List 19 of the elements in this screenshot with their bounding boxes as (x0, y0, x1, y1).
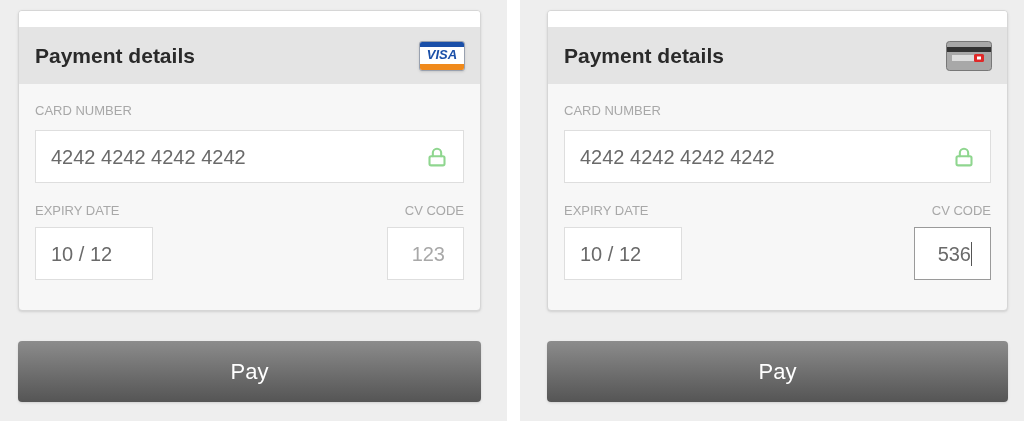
cv-code-field[interactable]: 536 (914, 227, 991, 280)
field-label: CARD NUMBER (564, 103, 662, 119)
card-brand-text: VISA (425, 46, 459, 64)
header-title: Payment details (564, 42, 724, 69)
field-label: EXPIRY DATE (564, 203, 649, 219)
field-label: EXPIRY DATE (35, 203, 120, 219)
expiry-field[interactable]: 10 / 12 (35, 227, 153, 280)
expiry-field[interactable]: 10 / 12 (564, 227, 682, 280)
pay-button[interactable]: Pay (547, 341, 1008, 402)
card-number-field[interactable]: 4242 4242 4242 4242 (35, 130, 464, 183)
card-number-value: 4242 4242 4242 4242 (51, 144, 246, 170)
card-number-value: 4242 4242 4242 4242 (580, 144, 775, 170)
field-label: CV CODE (404, 203, 464, 219)
header-title: Payment details (35, 42, 195, 69)
field-label: CARD NUMBER (35, 103, 133, 119)
card-back-icon (946, 40, 992, 71)
card-number-field[interactable]: 4242 4242 4242 4242 (564, 130, 991, 183)
pay-button[interactable]: Pay (18, 341, 481, 402)
field-label: CV CODE (931, 203, 991, 219)
